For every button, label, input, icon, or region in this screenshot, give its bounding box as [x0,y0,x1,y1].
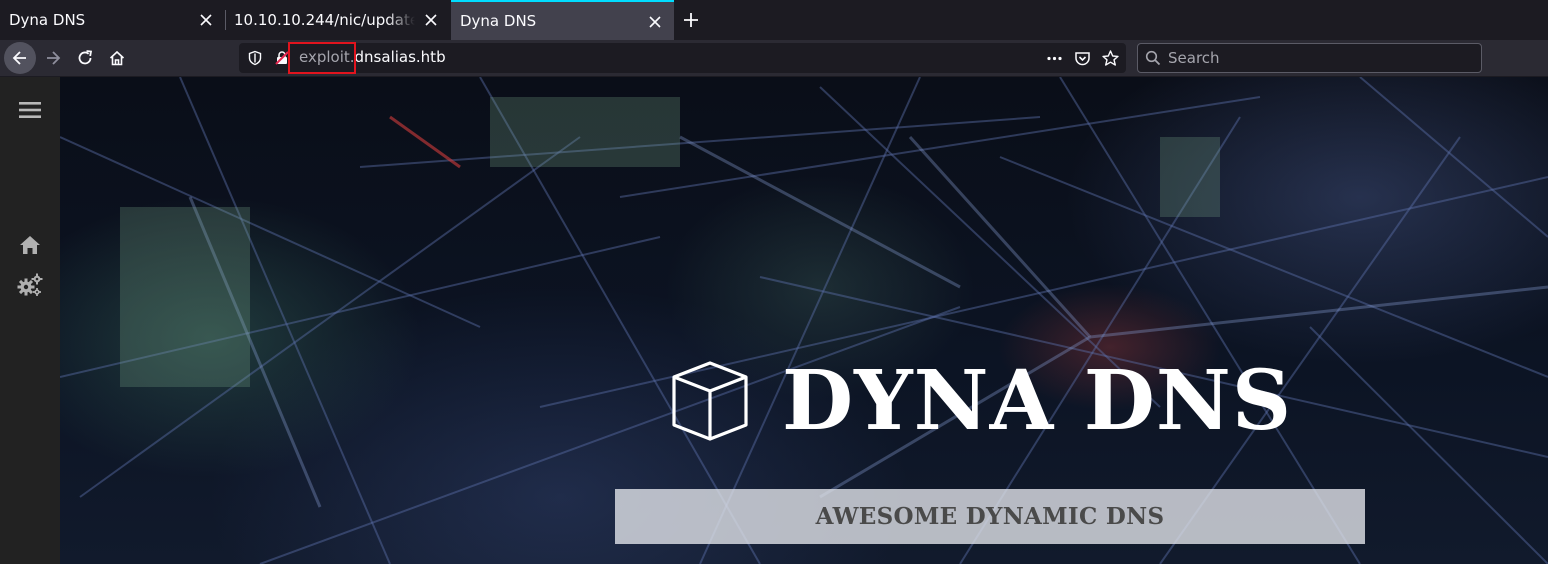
tagline-text: AWESOME DYNAMIC DNS [815,503,1165,530]
arrow-right-icon [47,51,61,65]
cube-icon [672,361,748,441]
sidebar [0,77,60,564]
tab-title: Dyna DNS [460,12,537,30]
brand-logo: DYNA DNS [668,359,1292,443]
back-button[interactable] [4,42,36,74]
close-tab-icon[interactable] [422,11,440,29]
close-tab-icon[interactable] [197,11,215,29]
home-icon [109,50,125,66]
url-actions [1045,49,1120,68]
hero-section: DYNA DNS AWESOME DYNAMIC DNS [60,77,1548,564]
plus-icon [684,13,698,27]
gears-icon[interactable] [15,270,45,300]
page-actions-icon[interactable] [1045,49,1064,68]
url-bar[interactable]: exploit.dnsalias.htb [239,42,1126,74]
web-page: DYNA DNS AWESOME DYNAMIC DNS [0,77,1548,564]
home-icon[interactable] [15,230,45,260]
home-button[interactable] [101,42,133,74]
tab-dyna-dns-active[interactable]: Dyna DNS [451,0,674,40]
tab-strip: Dyna DNS 10.10.10.244/nic/update?hostnam… [0,0,1548,40]
pocket-icon[interactable] [1073,49,1092,68]
hamburger-menu-icon[interactable] [15,95,45,125]
search-placeholder: Search [1168,49,1220,67]
search-icon [1145,50,1161,66]
close-tab-icon[interactable] [646,13,664,31]
forward-button[interactable] [37,42,69,74]
tracking-shield-icon[interactable] [247,50,263,66]
tab-nic-update[interactable]: 10.10.10.244/nic/update?hostname [225,0,450,40]
arrow-left-icon [12,51,26,65]
annotation-highlight-box [288,42,356,74]
site-title: DYNA DNS [782,353,1293,449]
navigation-toolbar: exploit.dnsalias.htb Search [0,40,1548,76]
tab-title: Dyna DNS [9,11,86,29]
new-tab-button[interactable] [678,7,704,33]
reload-icon [78,50,93,65]
tab-title: 10.10.10.244/nic/update?hostname [234,11,415,29]
search-bar[interactable]: Search [1137,43,1482,73]
tab-dyna-dns-1[interactable]: Dyna DNS [0,0,225,40]
url-domain: dnsalias.htb [354,48,446,66]
tagline-banner: AWESOME DYNAMIC DNS [615,489,1365,544]
reload-button[interactable] [69,42,101,74]
bookmark-star-icon[interactable] [1101,49,1120,68]
